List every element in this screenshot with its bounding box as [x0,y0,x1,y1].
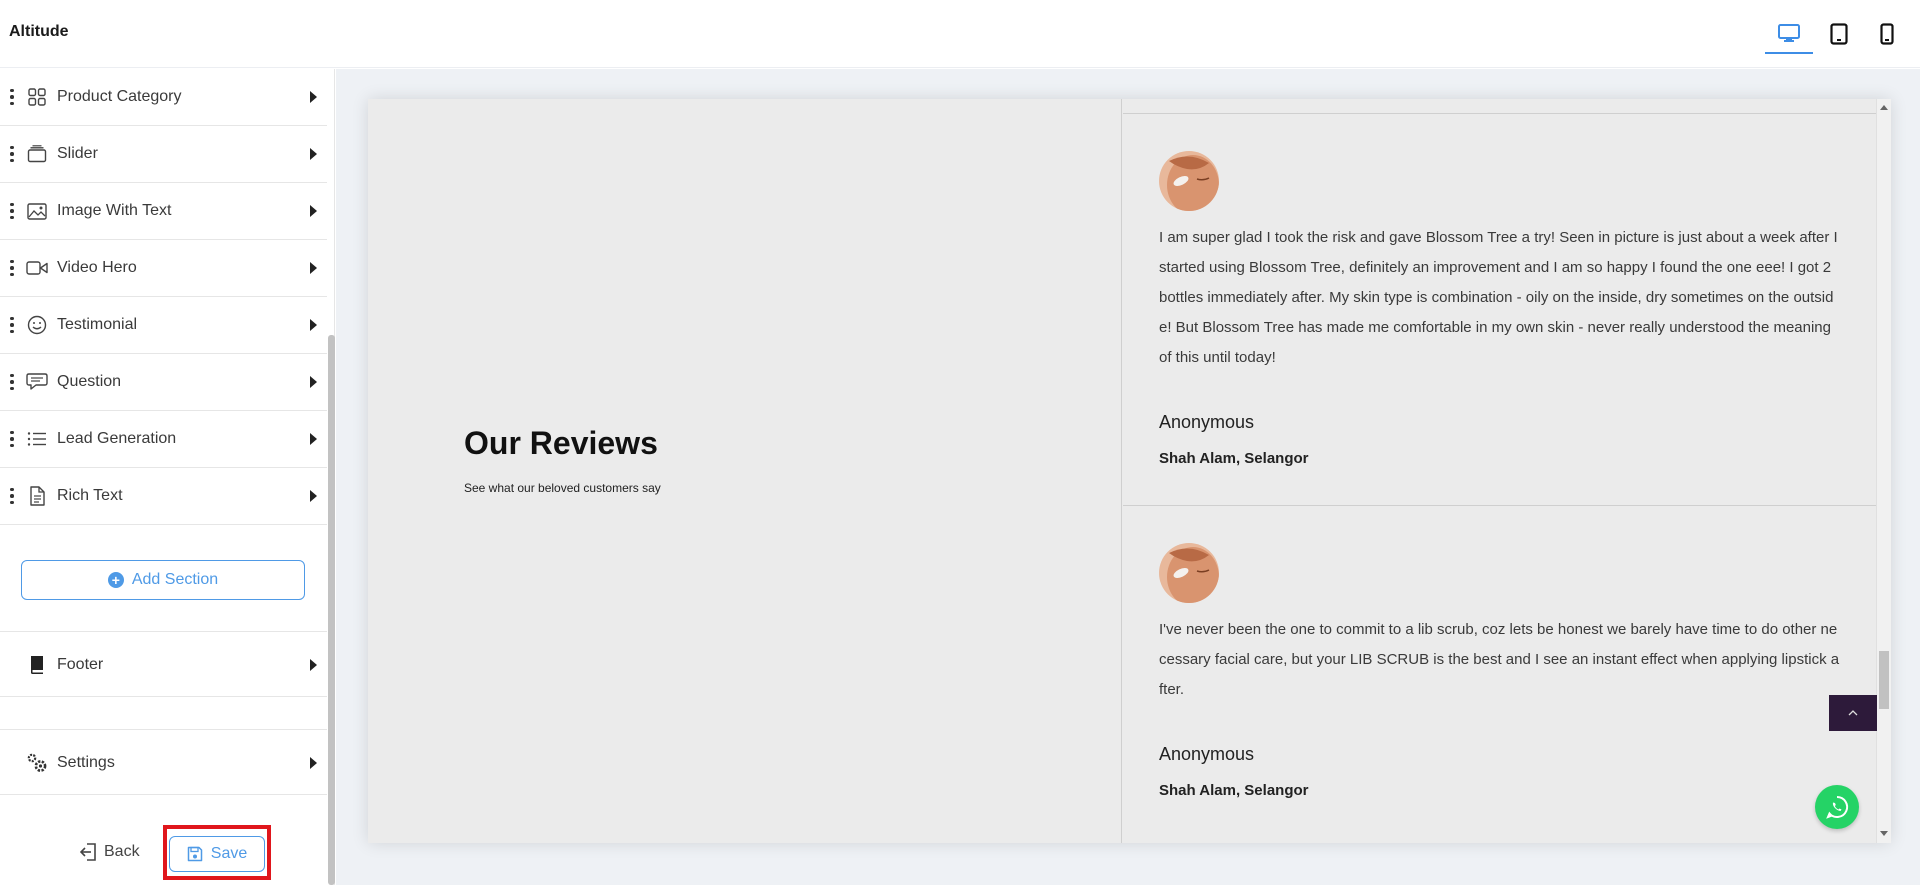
scroll-up-arrow-icon[interactable] [1880,105,1888,110]
drag-handle-icon[interactable] [10,430,14,448]
add-section-button[interactable]: + Add Section [21,560,305,600]
sidebar-item-label: Lead Generation [57,430,177,447]
preview-scroll-thumb[interactable] [1879,651,1889,709]
sidebar-item-image-with-text[interactable]: Image With Text [0,183,327,240]
page-preview[interactable]: Our Reviews See what our beloved custome… [368,99,1891,843]
sidebar-item-lead-generation[interactable]: Lead Generation [0,411,327,468]
sidebar: Product Category Slider Image With Text … [0,69,335,885]
reviews-title: Our Reviews [464,425,658,461]
sidebar-item-label: Slider [57,145,98,162]
reviewer-avatar [1159,543,1219,603]
review-divider [1123,113,1879,114]
mobile-icon [1880,23,1894,45]
caret-right-icon[interactable] [310,262,317,274]
sidebar-spacer [0,698,327,730]
exit-icon [80,843,96,861]
scroll-down-arrow-icon[interactable] [1880,831,1888,836]
sidebar-item-label: Product Category [57,88,182,105]
caret-right-icon[interactable] [310,658,317,671]
sidebar-item-product-category[interactable]: Product Category [0,69,327,126]
tablet-icon [1830,23,1848,45]
review-divider [1123,505,1879,506]
caret-right-icon[interactable] [310,319,317,331]
reviews-list: I am super glad I took the risk and gave… [1123,99,1891,843]
sidebar-scrollbar[interactable] [328,335,335,885]
sidebar-item-testimonial[interactable]: Testimonial [0,297,327,354]
drag-handle-icon[interactable] [10,145,14,163]
review-text: I am super glad I took the risk and gave… [1159,229,1838,366]
device-desktop-toggle[interactable] [1765,14,1813,54]
smiley-icon [26,314,48,336]
sidebar-item-video-hero[interactable]: Video Hero [0,240,327,297]
save-icon [187,846,203,862]
reviewer-location: Shah Alam, Selangor [1159,450,1309,467]
sidebar-item-question[interactable]: Question [0,354,327,411]
reviews-intro-panel: Our Reviews See what our beloved custome… [368,99,1122,843]
book-icon [26,654,48,676]
caret-right-icon[interactable] [310,490,317,502]
top-bar: Altitude [0,0,1920,68]
gears-icon [26,752,48,774]
drag-handle-icon[interactable] [10,88,14,106]
desktop-icon [1778,24,1800,42]
back-to-top-button[interactable] [1829,695,1877,731]
add-section-label: Add Section [131,571,219,588]
sidebar-item-footer[interactable]: Footer [0,633,327,697]
sidebar-item-label: Image With Text [57,202,172,219]
reviewer-name: Anonymous [1159,744,1255,764]
back-button[interactable]: Back [80,842,140,862]
slider-icon [26,143,48,165]
sidebar-item-settings[interactable]: Settings [0,731,327,795]
reviews-subtitle: See what our beloved customers say [464,481,661,495]
video-icon [26,257,48,279]
reviewer-avatar [1159,151,1219,211]
device-mobile-toggle[interactable] [1863,14,1911,54]
save-label: Save [210,845,248,862]
save-button[interactable]: Save [169,836,265,872]
sidebar-item-label: Testimonial [57,316,138,333]
drag-handle-icon[interactable] [10,487,14,505]
sidebar-item-label: Video Hero [57,259,137,276]
image-icon [26,200,48,222]
drag-handle-icon[interactable] [10,202,14,220]
drag-handle-icon[interactable] [10,373,14,391]
caret-right-icon[interactable] [310,433,317,445]
drag-handle-icon[interactable] [10,316,14,334]
device-tablet-toggle[interactable] [1815,14,1863,54]
reviewer-location: Shah Alam, Selangor [1159,782,1309,799]
caret-right-icon[interactable] [310,91,317,103]
grid-icon [26,86,48,108]
caret-right-icon[interactable] [310,148,317,160]
review-text: I've never been the one to commit to a l… [1159,621,1840,698]
plus-circle-icon: + [107,572,124,588]
sidebar-item-rich-text[interactable]: Rich Text [0,468,327,525]
reviewer-name: Anonymous [1159,412,1255,432]
sidebar-item-label: Footer [57,655,104,673]
caret-right-icon[interactable] [310,205,317,217]
caret-right-icon[interactable] [310,376,317,388]
chat-icon [26,371,48,393]
sidebar-item-label: Rich Text [57,487,123,504]
caret-right-icon[interactable] [310,756,317,769]
whatsapp-button[interactable] [1815,785,1859,829]
whatsapp-icon [1826,795,1849,819]
chevron-up-icon [1848,710,1858,716]
back-label: Back [104,843,140,860]
preview-scrollbar[interactable] [1876,99,1891,843]
drag-handle-icon[interactable] [10,259,14,277]
list-icon [26,428,48,450]
app-title: Altitude [9,23,69,40]
sidebar-item-label: Settings [57,753,115,771]
sidebar-item-slider[interactable]: Slider [0,126,327,183]
document-icon [26,485,48,507]
sidebar-item-label: Question [57,373,122,390]
